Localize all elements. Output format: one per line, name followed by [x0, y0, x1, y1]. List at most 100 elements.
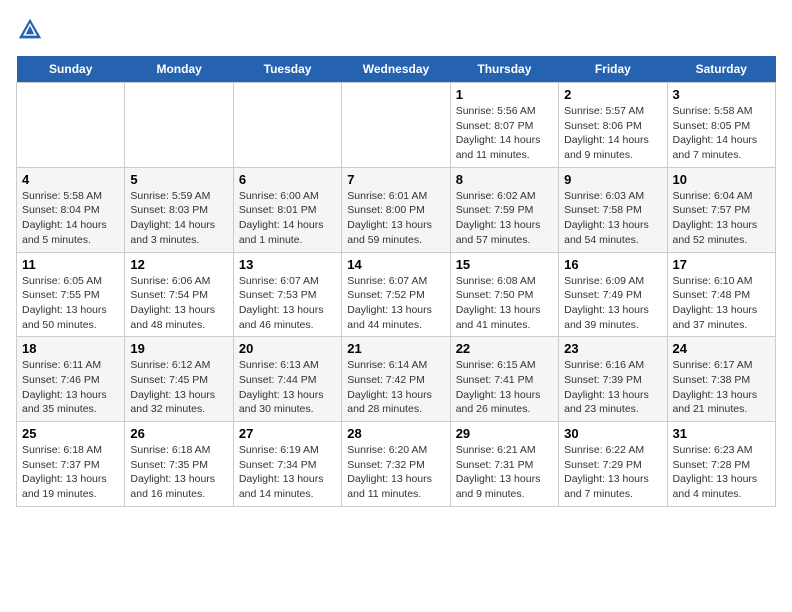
cell-info: Sunrise: 5:56 AM Sunset: 8:07 PM Dayligh…: [456, 104, 553, 163]
cell-info: Sunrise: 6:07 AM Sunset: 7:53 PM Dayligh…: [239, 274, 336, 333]
day-header-sunday: Sunday: [17, 56, 125, 83]
cell-info: Sunrise: 6:03 AM Sunset: 7:58 PM Dayligh…: [564, 189, 661, 248]
day-header-saturday: Saturday: [667, 56, 775, 83]
cell-info: Sunrise: 6:05 AM Sunset: 7:55 PM Dayligh…: [22, 274, 119, 333]
calendar-cell: 14 Sunrise: 6:07 AM Sunset: 7:52 PM Dayli…: [342, 252, 450, 337]
date-number: 24: [673, 341, 770, 356]
date-number: 15: [456, 257, 553, 272]
cell-info: Sunrise: 6:15 AM Sunset: 7:41 PM Dayligh…: [456, 358, 553, 417]
calendar-cell: 25 Sunrise: 6:18 AM Sunset: 7:37 PM Dayli…: [17, 422, 125, 507]
date-number: 18: [22, 341, 119, 356]
calendar-cell: [233, 83, 341, 168]
cell-info: Sunrise: 6:14 AM Sunset: 7:42 PM Dayligh…: [347, 358, 444, 417]
date-number: 7: [347, 172, 444, 187]
calendar-cell: 8Sunrise: 6:02 AM Sunset: 7:59 PM Daylig…: [450, 167, 558, 252]
calendar-cell: 18 Sunrise: 6:11 AM Sunset: 7:46 PM Dayli…: [17, 337, 125, 422]
date-number: 4: [22, 172, 119, 187]
calendar-cell: 17 Sunrise: 6:10 AM Sunset: 7:48 PM Dayli…: [667, 252, 775, 337]
date-number: 13: [239, 257, 336, 272]
date-number: 30: [564, 426, 661, 441]
calendar-cell: [125, 83, 233, 168]
cell-info: Sunrise: 6:13 AM Sunset: 7:44 PM Dayligh…: [239, 358, 336, 417]
day-header-friday: Friday: [559, 56, 667, 83]
date-number: 11: [22, 257, 119, 272]
calendar-cell: 28Sunrise: 6:20 AM Sunset: 7:32 PM Dayli…: [342, 422, 450, 507]
calendar-cell: 27 Sunrise: 6:19 AM Sunset: 7:34 PM Dayli…: [233, 422, 341, 507]
calendar-cell: 1 Sunrise: 5:56 AM Sunset: 8:07 PM Daylig…: [450, 83, 558, 168]
logo: [16, 16, 48, 44]
calendar-cell: 4 Sunrise: 5:58 AM Sunset: 8:04 PM Daylig…: [17, 167, 125, 252]
calendar-cell: 22 Sunrise: 6:15 AM Sunset: 7:41 PM Dayli…: [450, 337, 558, 422]
cell-info: Sunrise: 6:19 AM Sunset: 7:34 PM Dayligh…: [239, 443, 336, 502]
calendar-cell: 5 Sunrise: 5:59 AM Sunset: 8:03 PM Daylig…: [125, 167, 233, 252]
calendar-cell: 23 Sunrise: 6:16 AM Sunset: 7:39 PM Dayli…: [559, 337, 667, 422]
cell-info: Sunrise: 6:07 AM Sunset: 7:52 PM Dayligh…: [347, 274, 444, 333]
cell-info: Sunrise: 6:06 AM Sunset: 7:54 PM Dayligh…: [130, 274, 227, 333]
cell-info: Sunrise: 6:10 AM Sunset: 7:48 PM Dayligh…: [673, 274, 770, 333]
calendar-cell: 16 Sunrise: 6:09 AM Sunset: 7:49 PM Dayli…: [559, 252, 667, 337]
header-row: SundayMondayTuesdayWednesdayThursdayFrid…: [17, 56, 776, 83]
date-number: 12: [130, 257, 227, 272]
date-number: 1: [456, 87, 553, 102]
calendar-cell: 21 Sunrise: 6:14 AM Sunset: 7:42 PM Dayli…: [342, 337, 450, 422]
calendar-cell: 29Sunrise: 6:21 AM Sunset: 7:31 PM Dayli…: [450, 422, 558, 507]
cell-info: Sunrise: 6:11 AM Sunset: 7:46 PM Dayligh…: [22, 358, 119, 417]
cell-info: Sunrise: 6:23 AM Sunset: 7:28 PM Dayligh…: [673, 443, 770, 502]
logo-icon: [16, 16, 44, 44]
calendar-cell: 2 Sunrise: 5:57 AM Sunset: 8:06 PM Daylig…: [559, 83, 667, 168]
cell-info: Sunrise: 6:00 AM Sunset: 8:01 PM Dayligh…: [239, 189, 336, 248]
week-row-2: 4 Sunrise: 5:58 AM Sunset: 8:04 PM Daylig…: [17, 167, 776, 252]
calendar-cell: 26 Sunrise: 6:18 AM Sunset: 7:35 PM Dayli…: [125, 422, 233, 507]
cell-info: Sunrise: 6:18 AM Sunset: 7:37 PM Dayligh…: [22, 443, 119, 502]
date-number: 20: [239, 341, 336, 356]
date-number: 25: [22, 426, 119, 441]
cell-info: Sunrise: 6:01 AM Sunset: 8:00 PM Dayligh…: [347, 189, 444, 248]
calendar-cell: [17, 83, 125, 168]
day-header-wednesday: Wednesday: [342, 56, 450, 83]
week-row-5: 25 Sunrise: 6:18 AM Sunset: 7:37 PM Dayli…: [17, 422, 776, 507]
day-header-monday: Monday: [125, 56, 233, 83]
date-number: 5: [130, 172, 227, 187]
date-number: 19: [130, 341, 227, 356]
date-number: 10: [673, 172, 770, 187]
page-header: [16, 16, 776, 44]
date-number: 16: [564, 257, 661, 272]
date-number: 31: [673, 426, 770, 441]
cell-info: Sunrise: 6:16 AM Sunset: 7:39 PM Dayligh…: [564, 358, 661, 417]
cell-info: Sunrise: 5:58 AM Sunset: 8:04 PM Dayligh…: [22, 189, 119, 248]
week-row-1: 1 Sunrise: 5:56 AM Sunset: 8:07 PM Daylig…: [17, 83, 776, 168]
date-number: 14: [347, 257, 444, 272]
date-number: 6: [239, 172, 336, 187]
calendar-cell: 6 Sunrise: 6:00 AM Sunset: 8:01 PM Daylig…: [233, 167, 341, 252]
date-number: 2: [564, 87, 661, 102]
cell-info: Sunrise: 6:18 AM Sunset: 7:35 PM Dayligh…: [130, 443, 227, 502]
day-header-thursday: Thursday: [450, 56, 558, 83]
calendar-cell: 7 Sunrise: 6:01 AM Sunset: 8:00 PM Daylig…: [342, 167, 450, 252]
date-number: 28: [347, 426, 444, 441]
cell-info: Sunrise: 6:12 AM Sunset: 7:45 PM Dayligh…: [130, 358, 227, 417]
cell-info: Sunrise: 6:21 AM Sunset: 7:31 PM Dayligh…: [456, 443, 553, 502]
cell-info: Sunrise: 6:08 AM Sunset: 7:50 PM Dayligh…: [456, 274, 553, 333]
date-number: 22: [456, 341, 553, 356]
cell-info: Sunrise: 5:58 AM Sunset: 8:05 PM Dayligh…: [673, 104, 770, 163]
date-number: 17: [673, 257, 770, 272]
date-number: 26: [130, 426, 227, 441]
calendar-cell: 20 Sunrise: 6:13 AM Sunset: 7:44 PM Dayli…: [233, 337, 341, 422]
calendar-cell: 11 Sunrise: 6:05 AM Sunset: 7:55 PM Dayli…: [17, 252, 125, 337]
calendar-cell: 15 Sunrise: 6:08 AM Sunset: 7:50 PM Dayli…: [450, 252, 558, 337]
calendar-cell: 13 Sunrise: 6:07 AM Sunset: 7:53 PM Dayli…: [233, 252, 341, 337]
cell-info: Sunrise: 5:57 AM Sunset: 8:06 PM Dayligh…: [564, 104, 661, 163]
calendar-cell: 30Sunrise: 6:22 AM Sunset: 7:29 PM Dayli…: [559, 422, 667, 507]
calendar-cell: 19 Sunrise: 6:12 AM Sunset: 7:45 PM Dayli…: [125, 337, 233, 422]
cell-info: Sunrise: 6:04 AM Sunset: 7:57 PM Dayligh…: [673, 189, 770, 248]
cell-info: Sunrise: 5:59 AM Sunset: 8:03 PM Dayligh…: [130, 189, 227, 248]
date-number: 27: [239, 426, 336, 441]
day-header-tuesday: Tuesday: [233, 56, 341, 83]
date-number: 21: [347, 341, 444, 356]
calendar-table: SundayMondayTuesdayWednesdayThursdayFrid…: [16, 56, 776, 507]
calendar-cell: 10 Sunrise: 6:04 AM Sunset: 7:57 PM Dayli…: [667, 167, 775, 252]
cell-info: Sunrise: 6:09 AM Sunset: 7:49 PM Dayligh…: [564, 274, 661, 333]
calendar-cell: 24Sunrise: 6:17 AM Sunset: 7:38 PM Dayli…: [667, 337, 775, 422]
date-number: 23: [564, 341, 661, 356]
week-row-4: 18 Sunrise: 6:11 AM Sunset: 7:46 PM Dayli…: [17, 337, 776, 422]
